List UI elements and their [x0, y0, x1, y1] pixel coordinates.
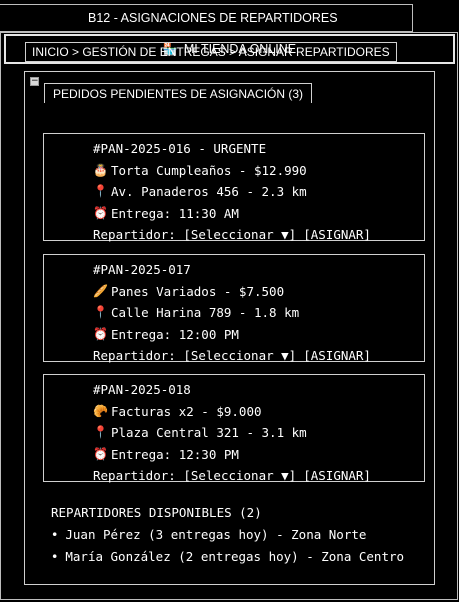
courier-select[interactable]: [Seleccionar ▼] [183, 465, 296, 487]
courier-select[interactable]: [Seleccionar ▼] [183, 345, 296, 367]
courier-assign-row: Repartidor: [Seleccionar ▼] [ASIGNAR] [93, 465, 424, 487]
baguette-icon: 🥖 [93, 283, 108, 298]
pin-icon: 📍 [93, 184, 108, 198]
order-item: Panes Variados - $7.500 [111, 283, 285, 299]
courier-select[interactable]: [Seleccionar ▼] [183, 224, 296, 246]
couriers-title: REPARTIDORES DISPONIBLES (2) [51, 505, 262, 520]
alarm-clock-icon: ⏰ [93, 326, 108, 341]
bullet-icon: • [51, 527, 59, 542]
courier-assign-row: Repartidor: [Seleccionar ▼] [ASIGNAR] [93, 224, 424, 246]
courier-entry: María González (2 entregas hoy) - Zona C… [65, 549, 405, 564]
assign-button[interactable]: [ASIGNAR] [303, 465, 371, 487]
courier-label: Repartidor: [93, 468, 176, 483]
alarm-clock-icon: ⏰ [93, 205, 108, 220]
courier-label: Repartidor: [93, 348, 176, 363]
assign-button[interactable]: [ASIGNAR] [303, 224, 371, 246]
order-card: #PAN-2025-016 - URGENTE 🎂 Torta Cumpleañ… [43, 133, 425, 242]
order-address-row: 📍 Calle Harina 789 - 1.8 km [93, 302, 424, 324]
order-card: #PAN-2025-017 🥖 Panes Variados - $7.500 … [43, 254, 425, 363]
order-id: #PAN-2025-018 [93, 382, 191, 397]
collapse-icon[interactable]: − [30, 77, 39, 86]
order-item: Torta Cumpleaños - $12.990 [111, 162, 307, 178]
order-id: #PAN-2025-016 - URGENTE [93, 141, 267, 156]
pin-icon: 📍 [93, 425, 108, 439]
order-id: #PAN-2025-017 [93, 262, 191, 277]
order-card: #PAN-2025-018 🥐 Facturas x2 - $9.000 📍 P… [43, 374, 425, 483]
order-delivery-row: ⏰ Entrega: 12:30 PM [93, 444, 424, 466]
order-address: Av. Panaderos 456 - 2.3 km [111, 184, 307, 199]
order-item-row: 🎂 Torta Cumpleaños - $12.990 [93, 160, 424, 182]
order-item-row: 🥐 Facturas x2 - $9.000 [93, 401, 424, 423]
order-item-row: 🥖 Panes Variados - $7.500 [93, 281, 424, 303]
courier-list-item: • María González (2 entregas hoy) - Zona … [51, 546, 404, 568]
breadcrumb-text[interactable]: INICIO > GESTIÓN DE ENTREGAS > ASIGNAR R… [32, 45, 390, 59]
alarm-clock-icon: ⏰ [93, 446, 108, 461]
courier-label: Repartidor: [93, 227, 176, 242]
window-title: B12 - ASIGNACIONES DE REPARTIDORES [88, 11, 338, 25]
assign-button[interactable]: [ASIGNAR] [303, 345, 371, 367]
window-title-tab: B12 - ASIGNACIONES DE REPARTIDORES [0, 4, 413, 32]
courier-list-item: • Juan Pérez (3 entregas hoy) - Zona Nort… [51, 524, 404, 546]
order-item: Facturas x2 - $9.000 [111, 403, 262, 419]
bullet-icon: • [51, 549, 59, 564]
order-address-row: 📍 Av. Panaderos 456 - 2.3 km [93, 181, 424, 203]
pending-orders-title: PEDIDOS PENDIENTES DE ASIGNACIÓN (3) [53, 86, 304, 101]
courier-assign-row: Repartidor: [Seleccionar ▼] [ASIGNAR] [93, 345, 424, 367]
pin-icon: 📍 [93, 305, 108, 319]
croissant-icon: 🥐 [93, 403, 108, 418]
cake-icon: 🎂 [93, 162, 108, 177]
pending-orders-tab: PEDIDOS PENDIENTES DE ASIGNACIÓN (3) [44, 83, 313, 103]
order-address-row: 📍 Plaza Central 321 - 3.1 km [93, 422, 424, 444]
order-delivery-time: Entrega: 11:30 AM [111, 205, 239, 221]
order-delivery-row: ⏰ Entrega: 12:00 PM [93, 324, 424, 346]
order-address: Plaza Central 321 - 3.1 km [111, 425, 307, 440]
courier-entry: Juan Pérez (3 entregas hoy) - Zona Norte [65, 527, 367, 542]
order-delivery-time: Entrega: 12:00 PM [111, 326, 239, 342]
available-couriers: REPARTIDORES DISPONIBLES (2) • Juan Pérez… [51, 502, 404, 568]
order-delivery-row: ⏰ Entrega: 11:30 AM [93, 203, 424, 225]
breadcrumb[interactable]: INICIO > GESTIÓN DE ENTREGAS > ASIGNAR R… [25, 42, 397, 62]
order-delivery-time: Entrega: 12:30 PM [111, 446, 239, 462]
order-address: Calle Harina 789 - 1.8 km [111, 305, 300, 320]
